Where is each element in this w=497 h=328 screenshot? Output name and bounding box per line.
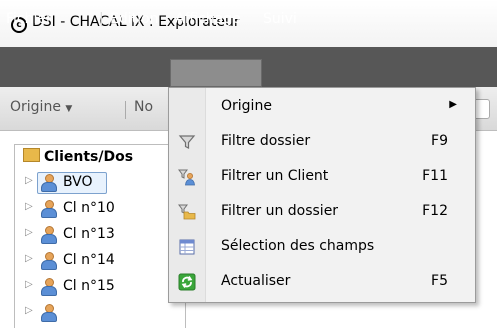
user-icon bbox=[41, 252, 57, 270]
tree-node-cl15[interactable]: ▷ Cl n°15 bbox=[15, 276, 185, 298]
tree-panel: Clients/Dos ▷ BVO ▷ Cl n°10 ▷ Cl n°13 ▷ … bbox=[14, 144, 186, 328]
menu-item-label: Filtrer un Client bbox=[221, 168, 329, 184]
tree-node-label: Cl n°15 bbox=[63, 278, 115, 294]
expand-arrow-icon[interactable]: ▷ bbox=[25, 305, 33, 316]
menu-item-label: Filtre dossier bbox=[221, 133, 311, 149]
tree-node-cl13[interactable]: ▷ Cl n°13 bbox=[15, 224, 185, 246]
toolbar-truncated-button[interactable]: No bbox=[134, 99, 153, 115]
menu-item-shortcut: F11 bbox=[422, 168, 448, 184]
affichage-dropdown-menu: Origine ▶ Filtre dossier F9 Filtrer un C… bbox=[168, 87, 476, 303]
expand-arrow-icon[interactable]: ▷ bbox=[25, 175, 33, 186]
menu-separator: | bbox=[99, 11, 104, 27]
menu-item-shortcut: F12 bbox=[422, 203, 448, 219]
folder-users-icon bbox=[23, 148, 40, 162]
tree-node-cl10[interactable]: ▷ Cl n°10 bbox=[15, 198, 185, 220]
menu-item-label: Sélection des champs bbox=[221, 238, 375, 254]
chevron-down-icon: ▼ bbox=[65, 104, 73, 114]
expand-arrow-icon[interactable]: ▷ bbox=[25, 201, 33, 212]
menu-item-label: Filtrer un dossier bbox=[221, 203, 339, 219]
tree-node-label: BVO bbox=[63, 174, 93, 190]
user-icon bbox=[41, 304, 57, 322]
client-filter-icon bbox=[178, 169, 195, 186]
toolbar-separator bbox=[125, 101, 126, 119]
user-icon bbox=[41, 226, 57, 244]
tree-node-bvo[interactable]: ▷ BVO bbox=[15, 172, 185, 194]
expand-arrow-icon[interactable]: ▷ bbox=[25, 279, 33, 290]
menu-item-filtrer-dossier[interactable]: Filtrer un dossier F12 bbox=[169, 195, 475, 229]
menu-active-highlight bbox=[170, 59, 262, 87]
menu-item-filtrer-client[interactable]: Filtrer un Client F11 bbox=[169, 160, 475, 194]
user-icon bbox=[41, 200, 57, 218]
menu-affichage[interactable]: Affichage bbox=[175, 11, 241, 27]
menu-edition[interactable]: Edition bbox=[110, 11, 158, 27]
tree-node-label: Cl n°14 bbox=[63, 252, 115, 268]
menu-fichier[interactable]: Fichier bbox=[6, 11, 52, 27]
tree-node-cl14[interactable]: ▷ Cl n°14 bbox=[15, 250, 185, 272]
origine-label: Origine bbox=[10, 99, 61, 115]
tree-root-label: Clients/Dos bbox=[44, 149, 134, 165]
menu-item-actualiser[interactable]: Actualiser F5 bbox=[169, 265, 475, 299]
funnel-icon bbox=[178, 135, 196, 149]
menu-item-filtre-dossier[interactable]: Filtre dossier F9 bbox=[169, 125, 475, 159]
tree-node-partial[interactable]: ▷ bbox=[15, 302, 185, 324]
tree-node-label: Cl n°13 bbox=[63, 226, 115, 242]
user-icon bbox=[41, 174, 57, 192]
menu-item-shortcut: F5 bbox=[431, 273, 448, 289]
submenu-arrow-icon: ▶ bbox=[449, 99, 457, 110]
menu-item-selection-champs[interactable]: Sélection des champs bbox=[169, 230, 475, 264]
menu-item-origine[interactable]: Origine ▶ bbox=[169, 90, 475, 124]
refresh-icon bbox=[178, 273, 196, 291]
user-icon bbox=[41, 278, 57, 296]
title-bar: c DSI - CHACAL iX : Explorateur bbox=[0, 0, 497, 48]
tree-node-label: Cl n°10 bbox=[63, 200, 115, 216]
menu-item-label: Origine bbox=[221, 98, 272, 114]
menu-item-label: Actualiser bbox=[221, 273, 291, 289]
fields-table-icon bbox=[179, 239, 195, 255]
expand-arrow-icon[interactable]: ▷ bbox=[25, 227, 33, 238]
menu-suivi[interactable]: Suivi bbox=[263, 11, 297, 27]
expand-arrow-icon[interactable]: ▷ bbox=[25, 253, 33, 264]
folder-filter-icon bbox=[178, 204, 196, 220]
menu-item-shortcut: F9 bbox=[431, 133, 448, 149]
tree-root[interactable]: Clients/Dos bbox=[23, 148, 133, 165]
origine-dropdown-button[interactable]: Origine ▼ bbox=[10, 99, 72, 115]
